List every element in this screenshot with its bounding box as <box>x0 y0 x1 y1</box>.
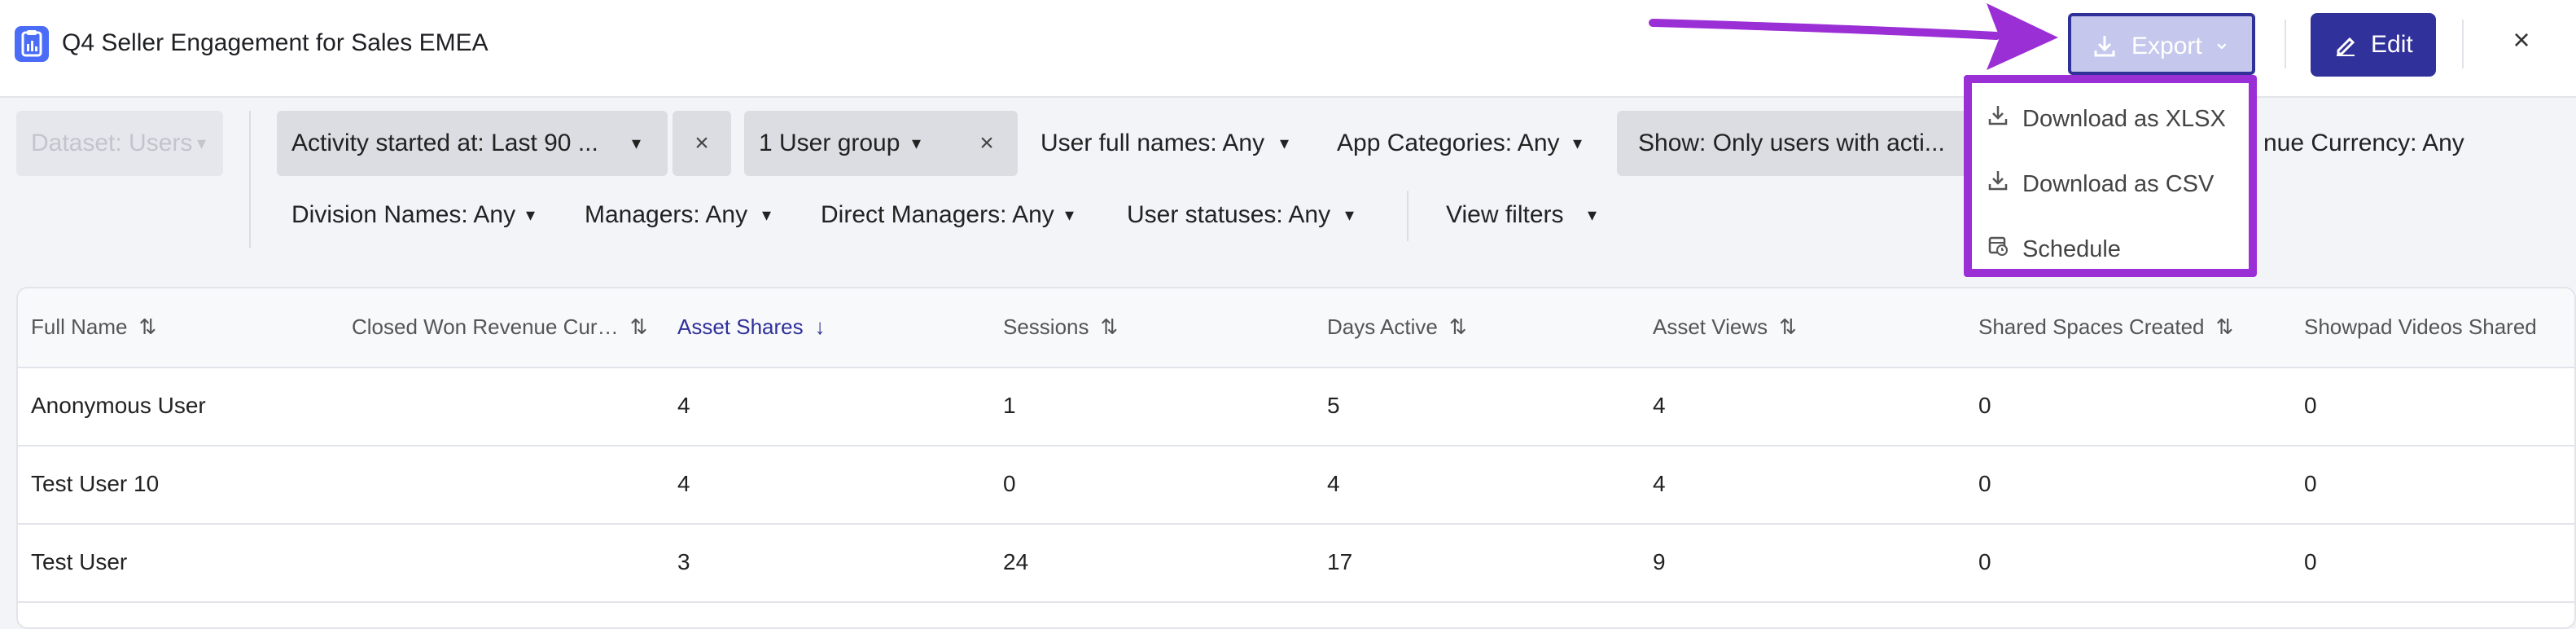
column-header-asset-views[interactable]: Asset Views ⇅ <box>1653 314 1797 340</box>
menu-item-download-xlsx[interactable]: Download as XLSX <box>1985 95 2226 143</box>
edit-label: Edit <box>2371 31 2413 58</box>
dataset-label: Dataset: Users <box>31 130 193 156</box>
caret-down-icon: ▾ <box>197 133 207 153</box>
close-icon[interactable]: × <box>2504 23 2539 65</box>
table-row[interactable]: Test User 10 4 0 4 4 0 0 <box>18 445 2574 525</box>
caret-down-icon: ▾ <box>632 133 642 153</box>
filter-app-categories-label: App Categories: Any <box>1337 130 1560 156</box>
menu-item-schedule[interactable]: Schedule <box>1985 225 2121 274</box>
filter-show[interactable]: Show: Only users with acti... <box>1617 111 1972 176</box>
export-dropdown-menu: Download as XLSX Download as CSV Schedul… <box>1964 75 2257 277</box>
filter-user-full-names[interactable]: User full names: Any ▾ <box>1026 111 1308 176</box>
filter-direct-managers[interactable]: Direct Managers: Any ▾ <box>806 183 1093 248</box>
filter-app-categories[interactable]: App Categories: Any ▾ <box>1322 111 1607 176</box>
filter-user-statuses-label: User statuses: Any <box>1127 201 1331 228</box>
cell-days-active: 5 <box>1327 393 1340 418</box>
sort-icon: ⇅ <box>2215 314 2234 339</box>
sort-icon: ⇅ <box>1100 314 1119 339</box>
filter-divider <box>1407 191 1408 241</box>
cell-asset-shares: 4 <box>677 471 690 496</box>
filter-revenue-currency[interactable]: nue Currency: Any <box>2263 111 2464 176</box>
cell-full-name: Test User 10 <box>31 471 160 496</box>
column-header-full-name[interactable]: Full Name ⇅ <box>31 314 156 340</box>
sort-icon: ⇅ <box>629 314 648 339</box>
cell-asset-views: 4 <box>1653 393 1666 418</box>
filter-managers[interactable]: Managers: Any ▾ <box>570 183 791 248</box>
cell-sessions: 1 <box>1003 393 1016 418</box>
page-title: Q4 Seller Engagement for Sales EMEA <box>62 29 488 56</box>
cell-shared-spaces: 0 <box>1978 393 1991 418</box>
caret-down-icon: ▾ <box>526 205 536 225</box>
caret-down-icon: ▾ <box>1280 133 1290 153</box>
report-clipboard-icon <box>15 26 49 62</box>
sort-descending-icon: ↓ <box>814 314 826 339</box>
cell-videos-shared: 0 <box>2304 549 2317 574</box>
table-row[interactable]: Test User 3 24 17 9 0 0 <box>18 523 2574 603</box>
column-header-showpad-videos-shared[interactable]: Showpad Videos Shared <box>2304 314 2537 340</box>
filter-activity-started[interactable]: Activity started at: Last 90 ... ▾ <box>277 111 668 176</box>
sort-icon: ⇅ <box>1448 314 1467 339</box>
remove-activity-filter-button[interactable]: × <box>672 111 731 176</box>
sort-icon: ⇅ <box>1779 314 1797 339</box>
view-filters-label: View filters <box>1446 201 1564 228</box>
cell-asset-shares: 3 <box>677 549 690 574</box>
export-label: Export <box>2131 33 2202 59</box>
header-divider <box>2285 20 2286 68</box>
filter-user-full-names-label: User full names: Any <box>1040 130 1265 156</box>
filter-activity-label: Activity started at: Last 90 ... <box>291 130 598 156</box>
filter-user-group[interactable]: 1 User group ▾ <box>744 111 984 176</box>
export-button[interactable]: Export ⌄ <box>2068 13 2255 75</box>
download-icon <box>2092 33 2117 65</box>
cell-shared-spaces: 0 <box>1978 549 1991 574</box>
cell-asset-shares: 4 <box>677 393 690 418</box>
cell-shared-spaces: 0 <box>1978 471 1991 496</box>
edit-button[interactable]: Edit <box>2311 13 2436 77</box>
download-icon <box>1985 160 2011 209</box>
column-header-shared-spaces-created[interactable]: Shared Spaces Created ⇅ <box>1978 314 2233 340</box>
dataset-select[interactable]: Dataset: Users ▾ <box>16 111 223 176</box>
menu-item-download-csv[interactable]: Download as CSV <box>1985 160 2214 209</box>
column-header-closed-won-revenue[interactable]: Closed Won Revenue Cur… ⇅ <box>352 314 647 340</box>
cell-days-active: 4 <box>1327 471 1340 496</box>
cell-days-active: 17 <box>1327 549 1353 574</box>
cell-asset-views: 9 <box>1653 549 1666 574</box>
caret-down-icon: ▾ <box>762 205 772 225</box>
remove-user-group-filter-button[interactable]: × <box>956 111 1018 176</box>
view-filters-button[interactable]: View filters ▾ <box>1431 183 1627 248</box>
caret-down-icon: ▾ <box>1588 205 1597 225</box>
cell-sessions: 24 <box>1003 549 1029 574</box>
table-header: Full Name ⇅ Closed Won Revenue Cur… ⇅ Asse… <box>18 288 2574 368</box>
filter-divider <box>249 111 251 248</box>
column-header-asset-shares[interactable]: Asset Shares ↓ <box>677 314 826 340</box>
filter-division-names-label: Division Names: Any <box>291 201 516 228</box>
cell-sessions: 0 <box>1003 471 1016 496</box>
data-table: Full Name ⇅ Closed Won Revenue Cur… ⇅ Asse… <box>16 287 2576 629</box>
column-header-sessions[interactable]: Sessions ⇅ <box>1003 314 1118 340</box>
chevron-down-icon: ⌄ <box>2213 29 2231 54</box>
caret-down-icon: ▾ <box>1065 205 1075 225</box>
calendar-clock-icon <box>1985 225 2011 274</box>
filter-direct-managers-label: Direct Managers: Any <box>821 201 1054 228</box>
caret-down-icon: ▾ <box>1345 205 1355 225</box>
sort-icon: ⇅ <box>138 314 157 339</box>
cell-full-name: Anonymous User <box>31 393 206 418</box>
cell-videos-shared: 0 <box>2304 471 2317 496</box>
filter-division-names[interactable]: Division Names: Any ▾ <box>277 183 554 248</box>
caret-down-icon: ▾ <box>1573 133 1583 153</box>
cell-full-name: Test User <box>31 549 128 574</box>
filter-show-label: Show: Only users with acti... <box>1638 130 1945 156</box>
download-icon <box>1985 95 2011 143</box>
cell-videos-shared: 0 <box>2304 393 2317 418</box>
header-divider <box>2462 20 2464 68</box>
cell-asset-views: 4 <box>1653 471 1666 496</box>
pencil-icon <box>2333 31 2358 64</box>
caret-down-icon: ▾ <box>912 133 922 153</box>
filter-user-statuses[interactable]: User statuses: Any ▾ <box>1112 183 1373 248</box>
column-header-days-active[interactable]: Days Active ⇅ <box>1327 314 1467 340</box>
filter-user-group-label: 1 User group <box>759 130 900 156</box>
table-row[interactable]: Anonymous User 4 1 5 4 0 0 <box>18 367 2574 446</box>
filter-managers-label: Managers: Any <box>585 201 748 228</box>
